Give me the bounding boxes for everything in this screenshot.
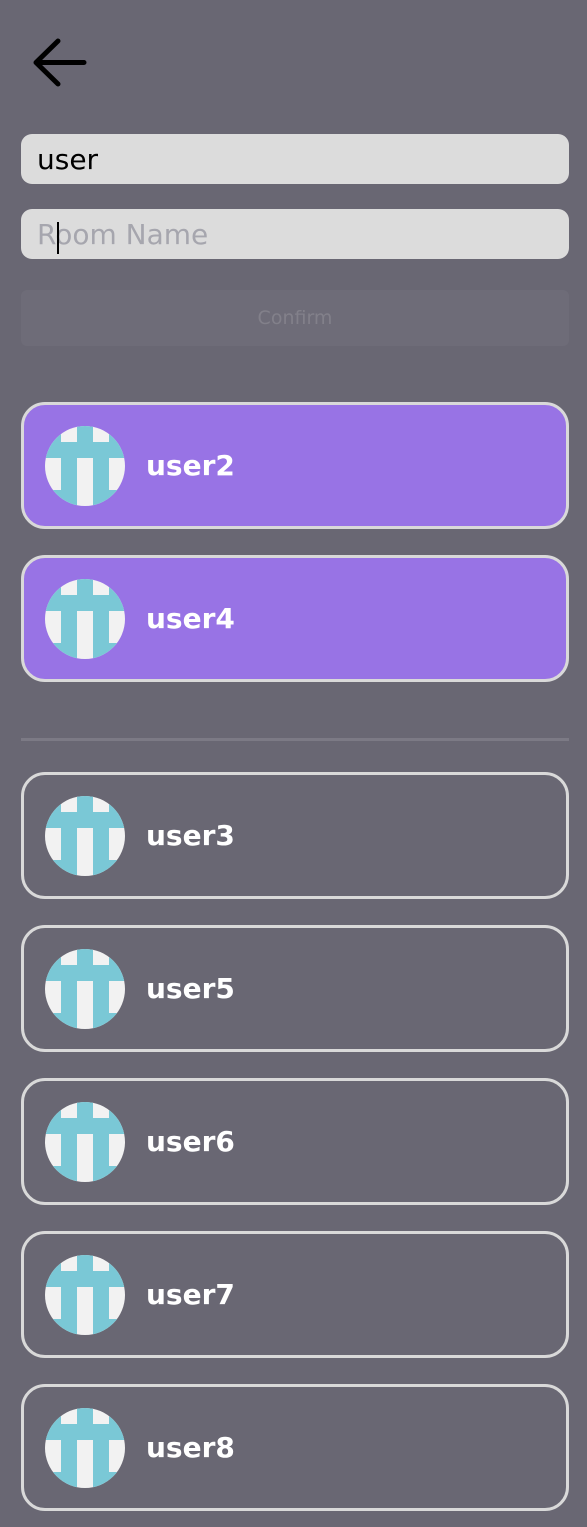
user-name: user5 [146, 972, 235, 1005]
identicon-avatar-icon [45, 1101, 125, 1182]
identicon-avatar-icon [45, 795, 125, 876]
identicon-avatar-icon [45, 948, 125, 1029]
confirm-button[interactable]: Confirm [21, 290, 569, 346]
room-name-field[interactable] [21, 209, 569, 259]
avatar [45, 1254, 125, 1335]
user-card[interactable]: user2 [21, 402, 569, 529]
avatar [45, 948, 125, 1029]
user-name: user7 [146, 1278, 235, 1311]
user-card[interactable]: user7 [21, 1231, 569, 1358]
user-card[interactable]: user8 [21, 1384, 569, 1511]
user-card[interactable]: user5 [21, 925, 569, 1052]
identicon-avatar-icon [45, 1407, 125, 1488]
avatar [45, 578, 125, 659]
username-field[interactable] [21, 134, 569, 184]
identicon-avatar-icon [45, 578, 125, 659]
text-caret [57, 222, 59, 254]
avatar [45, 1407, 125, 1488]
user-name: user3 [146, 819, 235, 852]
user-name: user6 [146, 1125, 235, 1158]
arrow-left-icon [33, 38, 87, 87]
avatar [45, 425, 125, 506]
user-card[interactable]: user6 [21, 1078, 569, 1205]
username-input[interactable] [37, 142, 553, 176]
avatar [45, 1101, 125, 1182]
avatar [45, 795, 125, 876]
user-name: user2 [146, 449, 235, 482]
identicon-avatar-icon [45, 1254, 125, 1335]
user-card[interactable]: user3 [21, 772, 569, 899]
room-name-input[interactable] [37, 217, 553, 251]
identicon-avatar-icon [45, 425, 125, 506]
list-divider [21, 738, 569, 741]
user-name: user8 [146, 1431, 235, 1464]
user-name: user4 [146, 602, 235, 635]
back-button[interactable] [28, 33, 92, 93]
user-card[interactable]: user4 [21, 555, 569, 682]
